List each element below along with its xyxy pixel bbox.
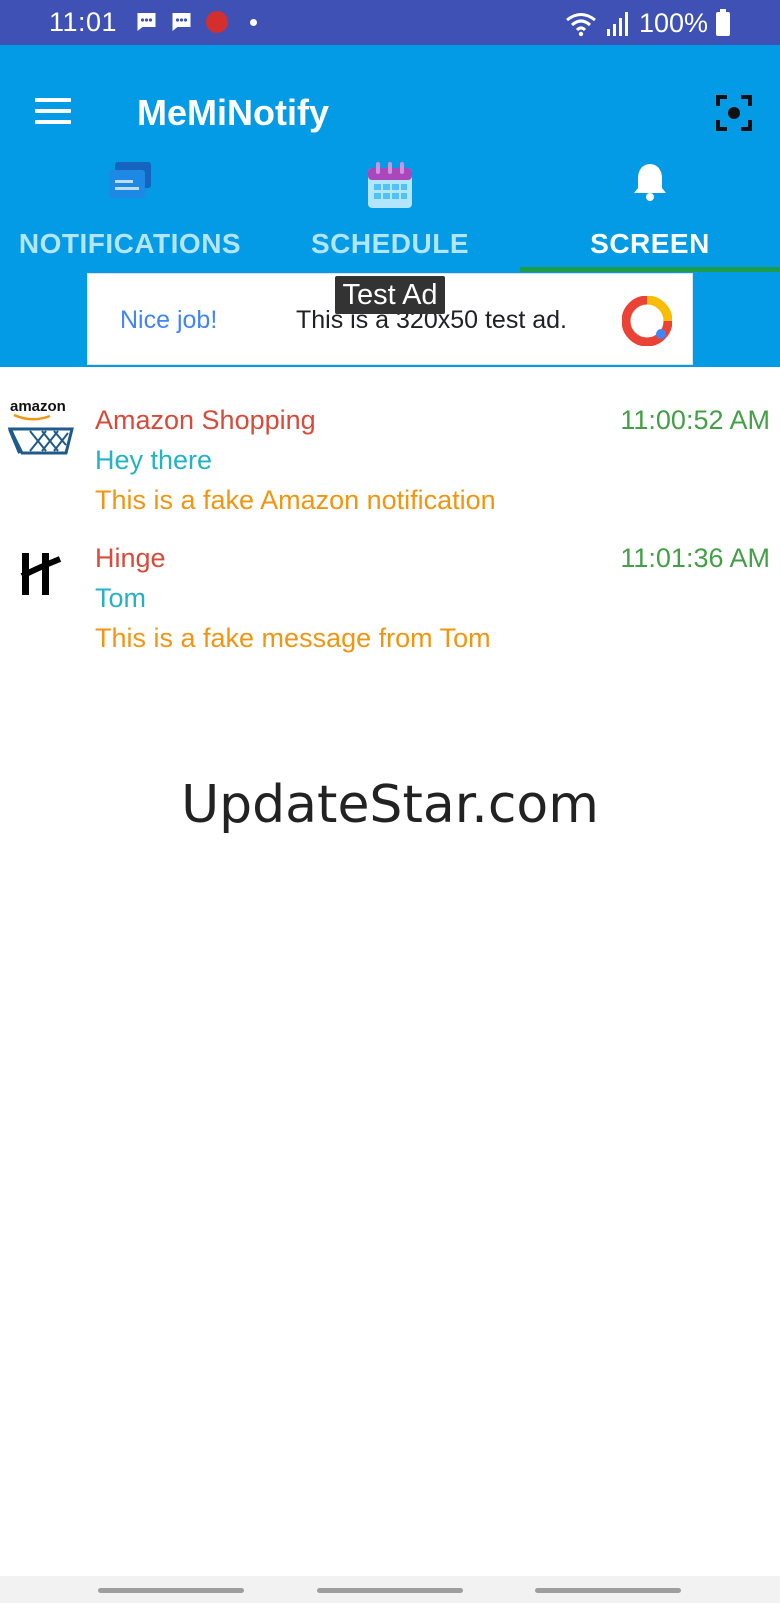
test-ad-badge: Test Ad <box>335 276 445 314</box>
amazon-cart-icon: amazon <box>8 398 74 455</box>
bell-icon <box>634 164 666 201</box>
notification-item[interactable]: Hinge 11:01:36 AM Tom This is a fake mes… <box>0 505 780 653</box>
battery-icon <box>716 8 730 36</box>
calendar-icon <box>368 162 412 208</box>
nav-back[interactable] <box>535 1588 681 1593</box>
notification-body: This is a fake message from Tom <box>95 623 491 653</box>
app-title: MeMiNotify <box>137 92 329 133</box>
notification-app-name: Hinge <box>95 543 166 573</box>
ad-headline: Nice job! <box>120 306 218 334</box>
message-icon <box>137 13 156 31</box>
tab-label-notifications: NOTIFICATIONS <box>18 228 242 259</box>
focus-frame-icon[interactable] <box>716 95 752 131</box>
status-time: 11:01 <box>49 7 118 37</box>
status-notification-icons <box>134 10 257 34</box>
notification-title: Tom <box>95 583 147 613</box>
tab-schedule[interactable]: SCHEDULE <box>260 158 520 268</box>
nav-home[interactable] <box>317 1588 463 1593</box>
tab-label-schedule: SCHEDULE <box>310 228 469 259</box>
hinge-logo-icon <box>20 553 62 595</box>
recording-dot-icon <box>206 11 228 33</box>
message-icon <box>172 13 191 31</box>
tab-notifications[interactable]: NOTIFICATIONS <box>0 158 260 268</box>
notification-time: 11:01:36 AM <box>620 543 770 573</box>
notifications-tab-icon <box>109 162 151 198</box>
signal-icon <box>606 11 628 36</box>
notification-time: 11:00:52 AM <box>620 405 770 435</box>
tab-label-screen: SCREEN <box>590 228 710 259</box>
wifi-icon <box>566 12 596 36</box>
hamburger-menu-icon[interactable] <box>35 98 71 124</box>
ad-logo-icon <box>622 296 672 346</box>
tab-screen[interactable]: SCREEN <box>520 158 780 268</box>
battery-percentage: 100% <box>638 8 708 38</box>
dot-icon <box>250 18 257 26</box>
notification-item[interactable]: amazon Amazon Shopping 11:00:52 AM Hey t… <box>0 367 780 515</box>
status-bar: 11:01 100% <box>0 0 780 45</box>
amazon-logo-text: amazon <box>10 398 66 415</box>
system-navigation-bar <box>0 1576 780 1603</box>
notification-title: Hey there <box>95 445 213 475</box>
nav-recent-apps[interactable] <box>98 1588 244 1593</box>
active-tab-indicator <box>520 267 780 272</box>
watermark-text: UpdateStar.com <box>181 775 599 835</box>
notification-app-name: Amazon Shopping <box>95 405 316 435</box>
status-system-icons: 100% <box>565 8 730 39</box>
